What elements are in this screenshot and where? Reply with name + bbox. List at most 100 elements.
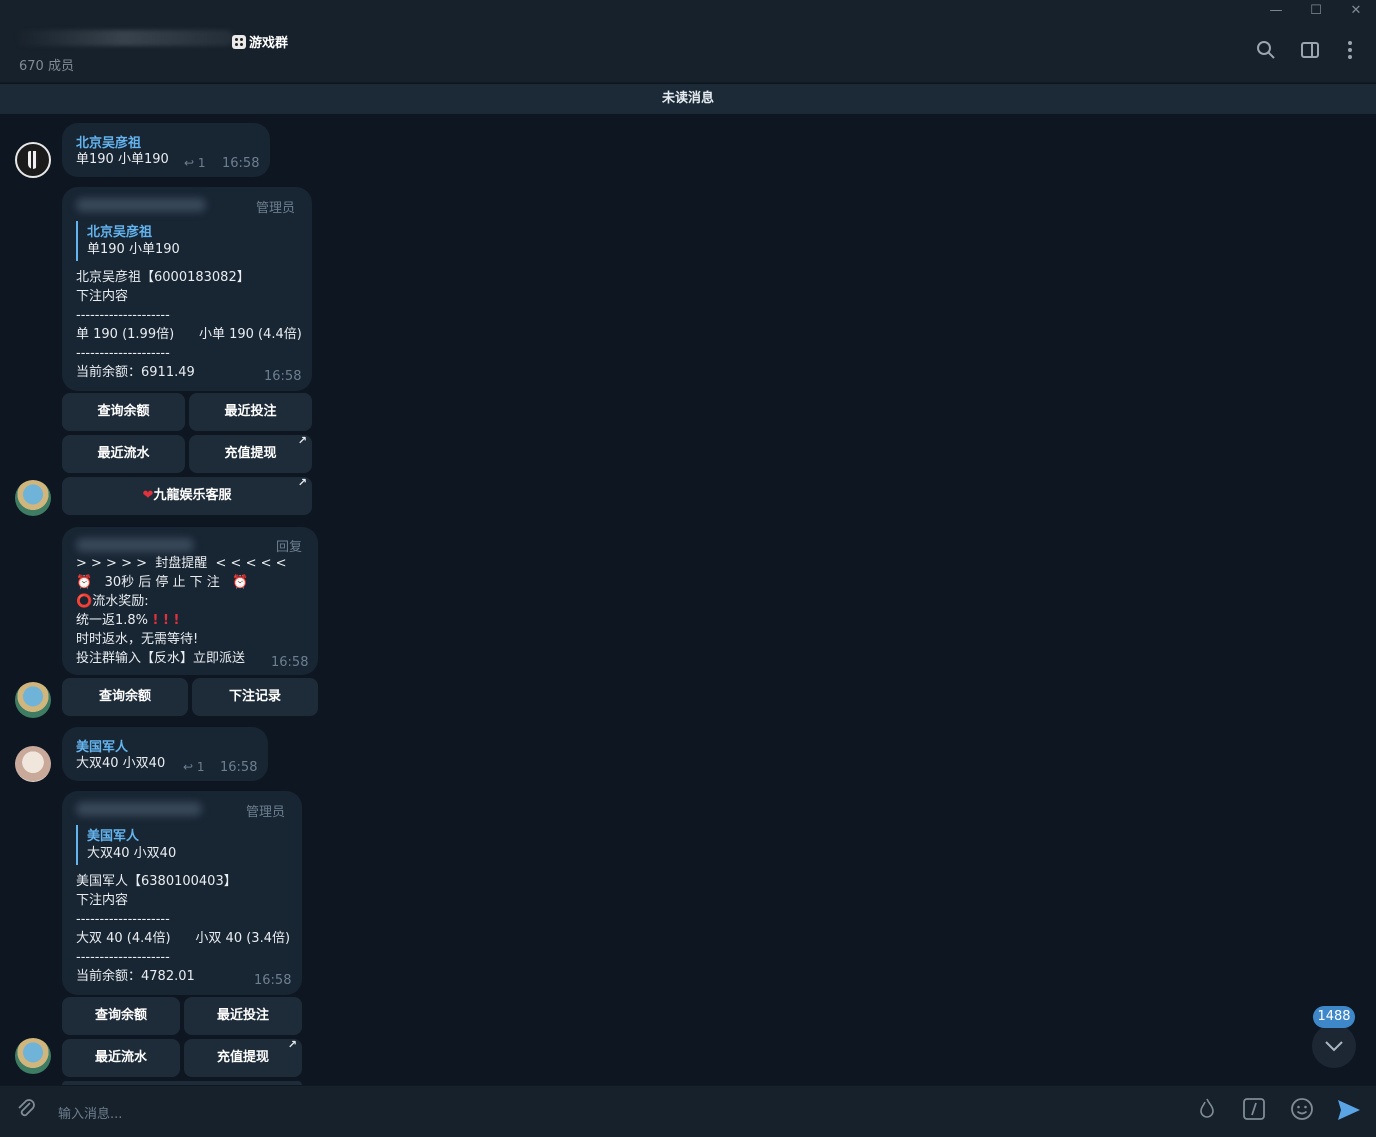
reply-count-value: 1 bbox=[197, 156, 206, 170]
body-line: 北京吴彦祖【6000183082】 bbox=[76, 270, 250, 285]
quote-name: 北京吴彦祖 bbox=[87, 225, 153, 240]
avatar[interactable] bbox=[15, 142, 51, 178]
message-body: 美国军人【6380100403】 下注内容 ------------------… bbox=[76, 872, 290, 986]
fire-icon[interactable] bbox=[1194, 1097, 1220, 1123]
chevron-down-icon bbox=[1325, 1041, 1343, 1052]
keyboard-button[interactable]: 最近流水 bbox=[62, 1039, 180, 1077]
avatar[interactable] bbox=[15, 480, 51, 516]
button-label: 充值提现 bbox=[224, 446, 277, 461]
body-line: > > > > > 封盘提醒 < < < < < bbox=[76, 556, 287, 571]
blurred-title bbox=[14, 30, 234, 46]
alarm-clock-icon: ⏰ bbox=[76, 575, 93, 590]
minimize-button[interactable]: — bbox=[1254, 0, 1298, 22]
keyboard-button[interactable]: 充值提现 ↗ bbox=[189, 434, 312, 473]
admin-badge: 管理员 bbox=[246, 805, 286, 820]
sender-name[interactable]: 北京吴彦祖 bbox=[76, 132, 141, 151]
quote-name: 美国军人 bbox=[87, 829, 140, 844]
button-label: 九龍娱乐客服 bbox=[153, 488, 232, 503]
message-input[interactable]: 输入消息... bbox=[58, 1103, 122, 1122]
message-body: 北京吴彦祖【6000183082】 下注内容 -----------------… bbox=[76, 268, 302, 382]
heart-icon: ❤ bbox=[142, 488, 154, 503]
unread-count-badge[interactable]: 1488 bbox=[1313, 1006, 1355, 1028]
message-time: 16:58 bbox=[271, 655, 309, 670]
reply-icon: ↩ bbox=[184, 156, 198, 170]
body-line: -------------------- bbox=[76, 950, 170, 965]
blurred-sender-name bbox=[76, 802, 202, 816]
message-composer bbox=[0, 1085, 1376, 1137]
reply-quote[interactable]: 美国军人 大双40 小双40 bbox=[76, 825, 176, 865]
message-bubble[interactable]: 美国军人 大双40 小双40 ↩ 1 16:58 bbox=[62, 727, 268, 781]
dice-icon bbox=[232, 35, 246, 49]
keyboard-button[interactable]: 最近投注 bbox=[189, 393, 312, 431]
reply-quote[interactable]: 北京吴彦祖 单190 小单190 bbox=[76, 221, 180, 261]
keyboard-button[interactable]: 查询余额 bbox=[62, 678, 188, 716]
body-line-text: 流水奖励: bbox=[92, 594, 149, 609]
chat-title[interactable]: 游戏群 bbox=[232, 32, 288, 51]
sidebar-toggle-icon[interactable] bbox=[1298, 40, 1322, 64]
bot-commands-icon[interactable] bbox=[1241, 1097, 1267, 1123]
body-line: 统一返1.8% ! ! ! bbox=[76, 611, 287, 630]
body-line: 美国军人【6380100403】 bbox=[76, 874, 237, 889]
chat-title-text: 游戏群 bbox=[249, 36, 289, 51]
exclamation-icon: ! ! ! bbox=[148, 613, 180, 628]
reply-count[interactable]: ↩ 1 bbox=[184, 156, 206, 170]
maximize-button[interactable]: ☐ bbox=[1294, 0, 1338, 22]
search-icon[interactable] bbox=[1254, 40, 1278, 64]
reply-count[interactable]: ↩ 1 bbox=[183, 760, 205, 774]
blurred-sender-name bbox=[76, 198, 206, 212]
message-time: 16:58 bbox=[264, 369, 302, 384]
quote-text: 大双40 小双40 bbox=[87, 846, 177, 861]
more-menu-icon[interactable] bbox=[1338, 40, 1362, 64]
button-label: 充值提现 bbox=[216, 1050, 269, 1065]
body-line: -------------------- bbox=[76, 346, 170, 361]
attach-icon[interactable] bbox=[13, 1097, 39, 1123]
reply-icon: ↩ bbox=[183, 760, 197, 774]
message-bubble[interactable]: 管理员 美国军人 大双40 小双40 美国军人【6380100403】 下注内容… bbox=[62, 791, 302, 995]
body-line: 下注内容 bbox=[76, 893, 129, 908]
scroll-down-button[interactable] bbox=[1312, 1024, 1356, 1068]
external-link-icon: ↗ bbox=[297, 476, 307, 489]
body-line: -------------------- bbox=[76, 308, 170, 323]
body-line: 单 190 (1.99倍) 小单 190 (4.4倍) bbox=[76, 327, 302, 342]
keyboard-button[interactable]: ❤九龍娱乐客服 ↗ bbox=[62, 476, 312, 515]
body-line: 大双 40 (4.4倍) 小双 40 (3.4倍) bbox=[76, 931, 291, 946]
body-line-text: 30秒 后 停 止 下 注 bbox=[92, 575, 233, 590]
body-line: 时时返水，无需等待! bbox=[76, 632, 199, 647]
message-time: 16:58 bbox=[220, 760, 258, 775]
alarm-clock-icon: ⏰ bbox=[232, 575, 249, 590]
close-button[interactable]: ✕ bbox=[1334, 0, 1376, 22]
external-link-icon: ↗ bbox=[297, 434, 307, 447]
message-bubble[interactable]: 北京吴彦祖 单190 小单190 ↩ 1 16:58 bbox=[62, 123, 270, 177]
message-bubble[interactable]: 管理员 北京吴彦祖 单190 小单190 北京吴彦祖【6000183082】 下… bbox=[62, 187, 312, 391]
reply-badge: 回复 bbox=[276, 540, 303, 555]
keyboard-button[interactable]: 最近流水 bbox=[62, 435, 185, 473]
message-bubble[interactable]: 回复 > > > > > 封盘提醒 < < < < < ⏰ 30秒 后 停 止 … bbox=[62, 527, 318, 675]
body-line: ⏰ 30秒 后 停 止 下 注 ⏰ bbox=[76, 573, 287, 592]
body-line: 下注内容 bbox=[76, 289, 129, 304]
quote-text: 单190 小单190 bbox=[87, 242, 180, 257]
body-line-text: 统一返1.8% bbox=[76, 613, 149, 628]
window-titlebar: — ☐ ✕ bbox=[0, 0, 1376, 22]
keyboard-button[interactable]: 查询余额 bbox=[62, 997, 180, 1035]
member-count: 670 成员 bbox=[19, 59, 74, 74]
message-body: > > > > > 封盘提醒 < < < < < ⏰ 30秒 后 停 止 下 注… bbox=[76, 554, 287, 668]
emoji-icon[interactable] bbox=[1289, 1097, 1315, 1123]
external-link-icon: ↗ bbox=[287, 1038, 297, 1051]
keyboard-button[interactable]: 充值提现 ↗ bbox=[184, 1038, 302, 1077]
send-icon[interactable] bbox=[1336, 1097, 1362, 1123]
admin-badge: 管理员 bbox=[256, 201, 296, 216]
message-time: 16:58 bbox=[254, 973, 292, 988]
avatar[interactable] bbox=[15, 746, 51, 782]
reply-count-value: 1 bbox=[196, 760, 205, 774]
body-line: -------------------- bbox=[76, 912, 170, 927]
circle-icon: ⭕ bbox=[76, 594, 93, 609]
keyboard-button[interactable]: 最近投注 bbox=[184, 997, 302, 1035]
blurred-sender-name bbox=[76, 538, 194, 552]
keyboard-button[interactable]: 下注记录 bbox=[192, 678, 318, 716]
unread-messages-divider: 未读消息 bbox=[0, 84, 1376, 114]
message-text: 大双40 小双40 bbox=[76, 756, 166, 771]
keyboard-button[interactable]: 查询余额 bbox=[62, 393, 185, 431]
sender-name[interactable]: 美国军人 bbox=[76, 736, 128, 755]
avatar[interactable] bbox=[15, 682, 51, 718]
avatar[interactable] bbox=[15, 1038, 51, 1074]
